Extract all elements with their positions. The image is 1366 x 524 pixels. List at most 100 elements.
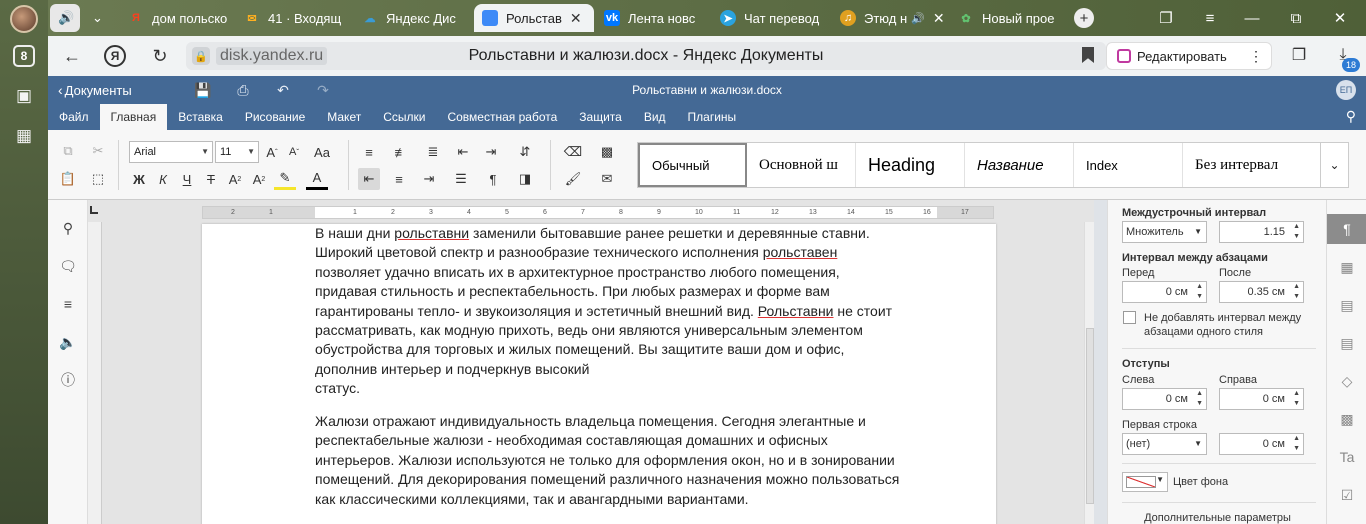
first-line-type-select[interactable]: (нет) ▼ xyxy=(1122,433,1207,455)
highlight-icon[interactable]: ✎ xyxy=(274,168,296,190)
copy-style-icon[interactable]: 🖌 xyxy=(562,168,584,190)
numbered-list-icon[interactable]: ≢ xyxy=(390,141,412,163)
collections-icon[interactable]: ❐ xyxy=(1156,8,1176,28)
style-title[interactable]: Название xyxy=(965,143,1074,187)
camera-icon[interactable]: ▣ xyxy=(12,84,36,108)
spinner-arrows-icon[interactable]: ▲ ▼ xyxy=(1196,389,1203,409)
yandex-home-icon[interactable]: Я xyxy=(104,45,126,67)
align-right-icon[interactable]: ⇥ xyxy=(418,168,440,190)
speaker-icon[interactable]: 🔈 xyxy=(58,332,78,352)
menu-icon[interactable]: ≡ xyxy=(1200,8,1220,28)
strikethrough-icon[interactable]: T xyxy=(200,168,222,190)
line-spacing-type-select[interactable]: Множитель ▼ xyxy=(1122,221,1207,243)
italic-icon[interactable]: К xyxy=(152,168,174,190)
tabs-dropdown-button[interactable]: ⌄ xyxy=(84,4,110,32)
tab-2[interactable]: ✉ 41 · Входящ xyxy=(236,4,348,32)
increase-indent-icon[interactable]: ⇥ xyxy=(480,141,502,163)
url-box[interactable]: 🔒 Рольставни и жалюзи.docx - Яндекс Доку… xyxy=(186,42,1106,70)
change-case-icon[interactable]: Aa xyxy=(309,141,335,163)
spinner-arrows-icon[interactable]: ▲ ▼ xyxy=(1293,434,1300,454)
search-icon[interactable]: ⚲ xyxy=(58,218,78,238)
line-spacing-value-input[interactable]: 1.15 ▲ ▼ xyxy=(1219,221,1304,243)
style-normal[interactable]: Обычный xyxy=(638,143,747,187)
header-footer-icon[interactable]: ▤ xyxy=(1336,332,1358,354)
first-line-value-input[interactable]: 0 см ▲ ▼ xyxy=(1219,433,1304,455)
underline-icon[interactable]: Ч xyxy=(176,168,198,190)
decrease-indent-icon[interactable]: ⇤ xyxy=(452,141,474,163)
image-settings-icon[interactable]: ▤ xyxy=(1336,294,1358,316)
spacing-before-input[interactable]: 0 см ▲ ▼ xyxy=(1122,281,1207,303)
superscript-icon[interactable]: A2 xyxy=(224,168,246,190)
tab-1[interactable]: Я дом польско xyxy=(120,4,230,32)
vertical-scrollbar[interactable] xyxy=(1084,222,1094,524)
apps-grid-icon[interactable]: ▦ xyxy=(12,124,36,148)
background-color-button[interactable]: ▼ xyxy=(1122,472,1168,492)
close-window-button[interactable]: ✕ xyxy=(1330,8,1350,28)
multilevel-list-icon[interactable]: ≣ xyxy=(422,141,444,163)
tab-stop-selector[interactable] xyxy=(90,206,98,214)
styles-expand-button[interactable]: ⌄ xyxy=(1321,142,1349,188)
spacing-after-input[interactable]: 0.35 см ▲ ▼ xyxy=(1219,281,1304,303)
spinner-arrows-icon[interactable]: ▲ ▼ xyxy=(1196,282,1203,302)
line-spacing-icon[interactable]: ⇵ xyxy=(514,141,536,163)
profile-avatar[interactable] xyxy=(10,5,38,33)
spinner-arrows-icon[interactable]: ▲ ▼ xyxy=(1293,389,1300,409)
copy-icon[interactable]: ⧉ xyxy=(57,140,79,162)
align-justify-icon[interactable]: ☰ xyxy=(450,168,472,190)
tab-draw[interactable]: Рисование xyxy=(234,104,316,130)
tab-references[interactable]: Ссылки xyxy=(372,104,436,130)
font-size-select[interactable]: 11 ▼ xyxy=(215,141,259,163)
align-center-icon[interactable]: ≡ xyxy=(388,168,410,190)
paragraph-settings-icon[interactable]: ¶ xyxy=(1327,214,1366,244)
navigation-icon[interactable]: ≡ xyxy=(58,294,78,314)
minimize-button[interactable]: — xyxy=(1242,8,1262,28)
right-indent-input[interactable]: 0 см ▲ ▼ xyxy=(1219,388,1304,410)
back-arrow-icon[interactable]: ← xyxy=(60,44,84,68)
tab-home[interactable]: Главная xyxy=(99,104,168,130)
no-space-checkbox[interactable] xyxy=(1123,311,1136,324)
tab-file[interactable]: Файл xyxy=(48,104,100,130)
info-icon[interactable]: ⓘ xyxy=(58,370,78,390)
left-indent-input[interactable]: 0 см ▲ ▼ xyxy=(1122,388,1207,410)
bullet-list-icon[interactable]: ≡ xyxy=(358,141,380,163)
cut-icon[interactable]: ✂ xyxy=(87,140,109,162)
spinner-arrows-icon[interactable]: ▲ ▼ xyxy=(1293,282,1300,302)
tab-insert[interactable]: Вставка xyxy=(167,104,234,130)
tab-4-active[interactable]: Рольстав ✕ xyxy=(474,4,594,32)
tab-5[interactable]: vk Лента новс xyxy=(596,4,712,32)
horizontal-ruler[interactable]: 2 1 1 2 3 4 5 6 7 8 9 10 11 12 13 14 15 16 17 xyxy=(202,206,994,219)
mail-merge-icon[interactable]: ✉ xyxy=(596,168,618,190)
font-family-select[interactable]: Arial ▼ xyxy=(129,141,213,163)
chart-settings-icon[interactable]: ▩ xyxy=(1336,408,1358,430)
tab-layout[interactable]: Макет xyxy=(316,104,372,130)
style-heading[interactable]: Heading xyxy=(856,143,965,187)
subscript-icon[interactable]: A2 xyxy=(248,168,270,190)
shape-settings-icon[interactable]: ◇ xyxy=(1336,370,1358,392)
close-icon[interactable]: ✕ xyxy=(570,10,582,27)
paragraph-2[interactable]: Жалюзи отражают индивидуальность владель… xyxy=(315,412,935,509)
restore-button[interactable]: ⧉ xyxy=(1286,8,1306,28)
tab-3[interactable]: ☁ Яндекс Дис xyxy=(354,4,474,32)
style-no-spacing[interactable]: Без интервал xyxy=(1183,143,1292,187)
increase-font-icon[interactable]: Aˆ xyxy=(261,141,283,163)
document-page[interactable]: В наши дни рольставни заменили бытовавши… xyxy=(202,224,996,524)
spinner-arrows-icon[interactable]: ▲ ▼ xyxy=(1293,222,1300,242)
paragraph-1[interactable]: В наши дни рольставни заменили бытовавши… xyxy=(315,224,935,399)
bold-icon[interactable]: Ж xyxy=(128,168,150,190)
url-host[interactable]: disk.yandex.ru xyxy=(216,47,328,65)
scrollbar-thumb[interactable] xyxy=(1086,328,1094,504)
paragraph-mark-icon[interactable]: ¶ xyxy=(482,168,504,190)
edit-document-button[interactable]: Редактировать ⋮ xyxy=(1106,42,1272,70)
tab-protection[interactable]: Защита xyxy=(568,104,633,130)
tab-collaboration[interactable]: Совместная работа xyxy=(436,104,568,130)
text-art-icon[interactable]: Ta xyxy=(1336,446,1358,468)
search-icon[interactable]: ⚲ xyxy=(1346,108,1356,125)
reload-icon[interactable]: ↻ xyxy=(148,44,172,68)
tab-6[interactable]: ➤ Чат перевод xyxy=(712,4,832,32)
tab-count-badge[interactable]: 8 xyxy=(13,45,35,67)
font-color-icon[interactable]: A xyxy=(306,168,328,190)
shading-icon[interactable]: ◨ xyxy=(514,168,536,190)
close-icon[interactable]: ✕ xyxy=(933,10,945,27)
tab-7[interactable]: ♫ Этюд н 🔊 ✕ xyxy=(832,4,948,32)
style-index[interactable]: Index xyxy=(1074,143,1183,187)
